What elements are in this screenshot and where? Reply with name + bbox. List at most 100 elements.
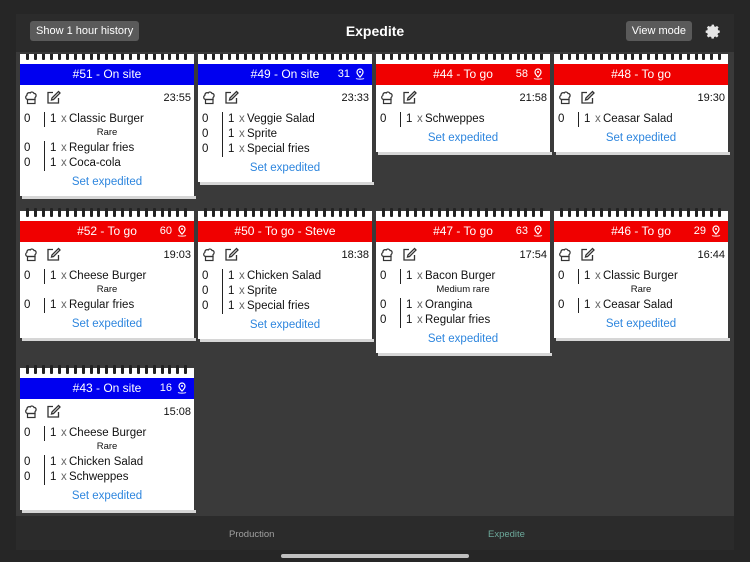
binding-ring xyxy=(26,54,30,60)
tab-expedite[interactable]: Expedite xyxy=(488,529,525,540)
set-expedited-link[interactable]: Set expedited xyxy=(20,490,194,502)
order-card[interactable]: #49 - On site 31 23:33 0 1 x Veggie Salad 0 1 x Sp… xyxy=(198,54,374,185)
item-name: Orangina xyxy=(425,299,473,311)
binding-ring xyxy=(152,365,156,374)
chef-hat-icon[interactable] xyxy=(24,247,38,262)
order-item[interactable]: 0 1 x Bacon Burger xyxy=(380,269,546,284)
set-expedited-link[interactable]: Set expedited xyxy=(554,318,728,330)
order-card[interactable]: #51 - On site 23:55 0 1 x Classic Burger Rare 0… xyxy=(20,54,196,199)
item-quantity: 1 xyxy=(228,270,235,282)
order-header: #46 - To go 29 xyxy=(554,221,728,242)
done-count: 0 xyxy=(380,113,387,125)
binding-ring xyxy=(136,208,140,217)
multiply-sign: x xyxy=(239,270,245,282)
chef-hat-icon[interactable] xyxy=(24,404,38,419)
order-card[interactable]: #47 - To go 63 17:54 0 1 x Bacon Burger Medium … xyxy=(376,208,552,356)
binding-ring xyxy=(259,208,263,217)
binding-ring xyxy=(34,208,38,217)
edit-icon[interactable] xyxy=(402,90,417,105)
order-item[interactable]: 0 1 x Orangina xyxy=(380,298,546,313)
order-item[interactable]: 0 1 x Classic Burger xyxy=(558,269,724,284)
order-item[interactable]: 0 1 x Schweppes xyxy=(24,470,190,485)
home-indicator[interactable] xyxy=(281,554,469,558)
order-item[interactable]: 0 1 x Cheese Burger xyxy=(24,269,190,284)
order-card[interactable]: #50 - To go - Steve 18:38 0 1 x Chicken Salad… xyxy=(198,208,374,342)
set-expedited-link[interactable]: Set expedited xyxy=(198,319,372,331)
order-item[interactable]: 0 1 x Schweppes xyxy=(380,112,546,127)
table-number: 29 xyxy=(693,225,706,237)
order-card[interactable]: #43 - On site 16 15:08 0 1 x Cheese Burger Rare… xyxy=(20,365,196,513)
order-header: #52 - To go 60 xyxy=(20,221,194,242)
binding-ring xyxy=(584,54,588,60)
binding-ring xyxy=(599,208,603,217)
chef-hat-icon[interactable] xyxy=(558,247,572,262)
order-card[interactable]: #46 - To go 29 16:44 0 1 x Classic Burger Rare 0… xyxy=(554,208,730,341)
gear-icon[interactable] xyxy=(702,21,722,41)
order-item[interactable]: 0 1 x Regular fries xyxy=(24,141,190,156)
chef-hat-icon[interactable] xyxy=(24,90,38,105)
binding-ring xyxy=(129,365,133,374)
item-quantity: 1 xyxy=(228,128,235,140)
set-expedited-link[interactable]: Set expedited xyxy=(376,333,550,345)
binding-ring xyxy=(73,54,77,60)
order-card[interactable]: #44 - To go 58 21:58 0 1 x Schweppes Set expedi… xyxy=(376,54,552,155)
order-item[interactable]: 0 1 x Coca-cola xyxy=(24,156,190,171)
chef-hat-icon[interactable] xyxy=(202,90,216,105)
binding-ring xyxy=(477,54,481,60)
edit-icon[interactable] xyxy=(46,247,61,262)
set-expedited-link[interactable]: Set expedited xyxy=(198,162,372,174)
edit-icon[interactable] xyxy=(224,90,239,105)
edit-icon[interactable] xyxy=(224,247,239,262)
order-item[interactable]: 0 1 x Chicken Salad xyxy=(202,269,368,284)
set-expedited-link[interactable]: Set expedited xyxy=(20,318,194,330)
order-item[interactable]: 0 1 x Regular fries xyxy=(380,313,546,328)
set-expedited-link[interactable]: Set expedited xyxy=(376,132,550,144)
order-item[interactable]: 0 1 x Sprite xyxy=(202,127,368,142)
binding-ring xyxy=(160,208,164,217)
location-pin-icon xyxy=(533,68,543,80)
order-item[interactable]: 0 1 x Regular fries xyxy=(24,298,190,313)
order-item[interactable]: 0 1 x Classic Burger xyxy=(24,112,190,127)
binding-ring xyxy=(453,208,457,217)
order-card[interactable]: #48 - To go 19:30 0 1 x Ceasar Salad Set exped… xyxy=(554,54,730,155)
binding-ring xyxy=(678,54,682,60)
order-card[interactable]: #52 - To go 60 19:03 0 1 x Cheese Burger Rare 0 1… xyxy=(20,208,196,341)
edit-icon[interactable] xyxy=(402,247,417,262)
tab-production[interactable]: Production xyxy=(229,529,274,540)
edit-icon[interactable] xyxy=(46,90,61,105)
set-expedited-link[interactable]: Set expedited xyxy=(20,176,194,188)
view-mode-button[interactable]: View mode xyxy=(625,21,692,41)
multiply-sign: x xyxy=(239,285,245,297)
binding-ring xyxy=(560,208,564,217)
order-item[interactable]: 0 1 x Special fries xyxy=(202,299,368,314)
edit-icon[interactable] xyxy=(580,247,595,262)
set-expedited-link[interactable]: Set expedited xyxy=(554,132,728,144)
multiply-sign: x xyxy=(239,143,245,155)
chef-hat-icon[interactable] xyxy=(380,247,394,262)
item-quantity: 1 xyxy=(228,300,235,312)
order-item[interactable]: 0 1 x Special fries xyxy=(202,142,368,157)
multiply-sign: x xyxy=(417,270,423,282)
binding-ring xyxy=(97,208,101,217)
order-item[interactable]: 0 1 x Sprite xyxy=(202,284,368,299)
item-name: Regular fries xyxy=(69,142,135,154)
order-item[interactable]: 0 1 x Chicken Salad xyxy=(24,455,190,470)
card-shadow xyxy=(378,353,552,356)
chef-hat-icon[interactable] xyxy=(380,90,394,105)
edit-icon[interactable] xyxy=(580,90,595,105)
item-quantity: 1 xyxy=(50,471,57,483)
binding-ring xyxy=(414,54,417,60)
order-time: 15:08 xyxy=(163,406,191,418)
binding-ring xyxy=(299,54,303,60)
binding-ring xyxy=(121,54,125,60)
order-item[interactable]: 0 1 x Ceasar Salad xyxy=(558,112,724,127)
order-item[interactable]: 0 1 x Ceasar Salad xyxy=(558,298,724,313)
order-item[interactable]: 0 1 x Cheese Burger xyxy=(24,426,190,441)
binding-ring xyxy=(702,208,706,217)
order-item[interactable]: 0 1 x Veggie Salad xyxy=(202,112,368,127)
chef-hat-icon[interactable] xyxy=(202,247,216,262)
binding-ring xyxy=(228,54,232,60)
chef-hat-icon[interactable] xyxy=(558,90,572,105)
binding-ring xyxy=(346,54,350,60)
edit-icon[interactable] xyxy=(46,404,61,419)
